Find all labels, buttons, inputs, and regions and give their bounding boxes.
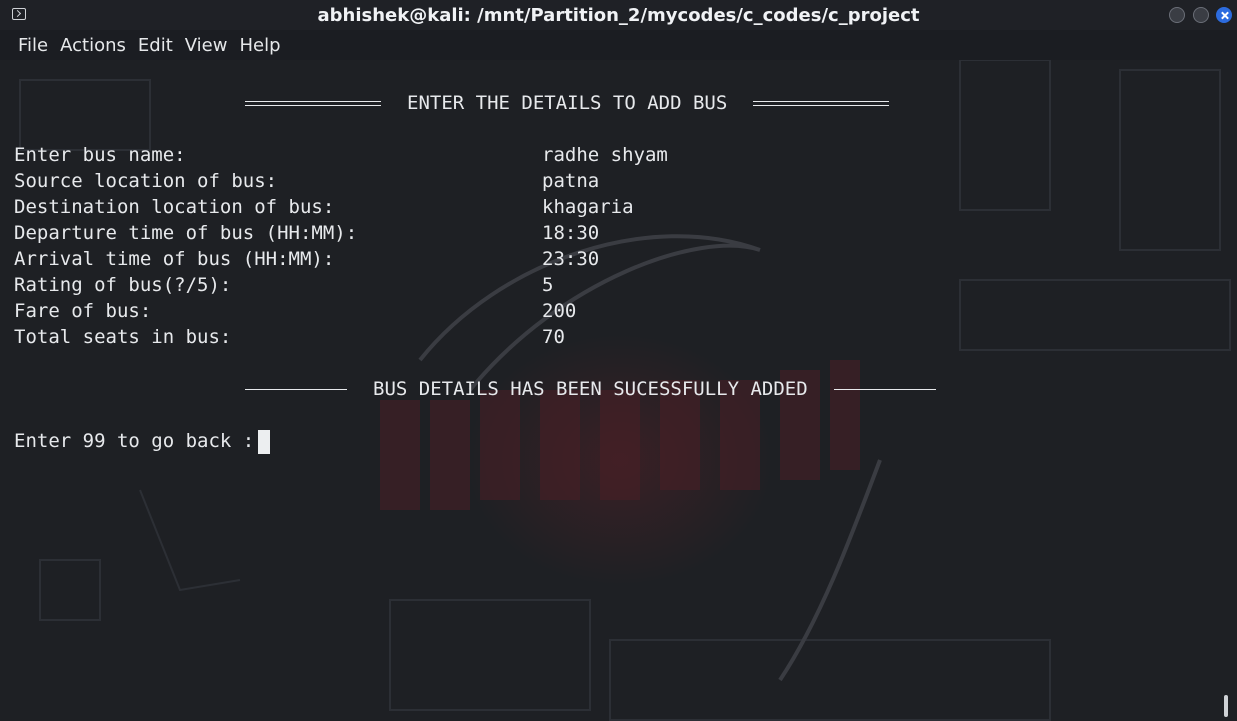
title-bar: abhishek@kali: /mnt/Partition_2/mycodes/… [0,0,1237,30]
field-value: 200 [542,300,577,322]
menu-view[interactable]: View [185,35,228,56]
terminal-area[interactable]: ENTER THE DETAILS TO ADD BUS Enter bus n… [0,60,1237,721]
menu-bar: File Actions Edit View Help [0,30,1237,60]
minimize-button[interactable] [1169,7,1185,23]
text-cursor [258,429,271,454]
header-text: ENTER THE DETAILS TO ADD BUS [407,92,728,114]
field-value: 5 [542,274,554,296]
field-value: 18:30 [542,222,600,244]
prompt-text: Enter 99 to go back : [14,430,255,452]
field-label: Destination location of bus: [14,196,335,218]
field-label: Fare of bus: [14,300,152,322]
field-value: khagaria [542,196,634,218]
field-label: Arrival time of bus (HH:MM): [14,248,335,270]
add-bus-header: ENTER THE DETAILS TO ADD BUS [245,90,915,116]
field-value: radhe shyam [542,144,668,166]
maximize-button[interactable] [1193,7,1209,23]
field-label: Enter bus name: [14,144,186,166]
menu-actions[interactable]: Actions [60,35,126,56]
menu-file[interactable]: File [18,35,48,56]
menu-help[interactable]: Help [239,35,280,56]
header-bar-left [245,101,381,106]
success-message: BUS DETAILS HAS BEEN SUCESSFULLY ADDED [245,376,962,402]
menu-edit[interactable]: Edit [138,35,173,56]
field-label: Source location of bus: [14,170,278,192]
close-button[interactable] [1216,7,1232,23]
field-label: Rating of bus(?/5): [14,274,232,296]
success-bar-right [833,389,936,390]
field-value: 23:30 [542,248,600,270]
field-value: patna [542,170,600,192]
success-text: BUS DETAILS HAS BEEN SUCESSFULLY ADDED [373,378,808,400]
field-label: Departure time of bus (HH:MM): [14,222,358,244]
window-title: abhishek@kali: /mnt/Partition_2/mycodes/… [317,5,920,26]
scrollbar[interactable] [1224,695,1228,717]
field-label: Total seats in bus: [14,326,232,348]
header-bar-right [753,101,890,106]
success-bar-left [245,389,347,390]
back-prompt[interactable]: Enter 99 to go back : [14,428,271,454]
field-value: 70 [542,326,565,348]
